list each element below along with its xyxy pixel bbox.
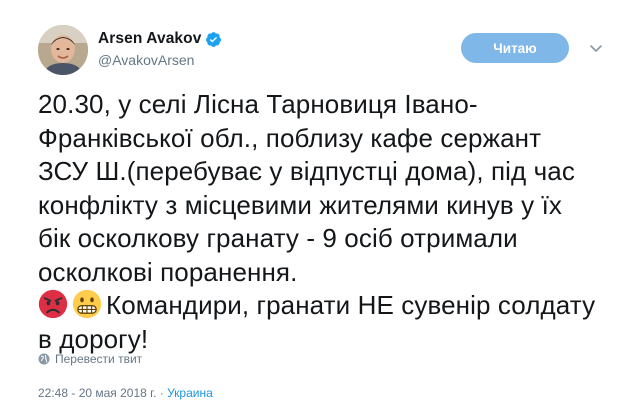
- grimacing-face-icon: [72, 289, 102, 319]
- tweet-text-line: Командири, гранати НЕ сувенір солдату в …: [38, 290, 596, 354]
- tweet-paragraph: Командири, гранати НЕ сувенір солдату в …: [38, 289, 598, 356]
- tweet-card: Arsen Avakov @AvakovArsen Читаю 20.30, у…: [0, 0, 639, 412]
- chevron-down-icon[interactable]: [588, 40, 604, 56]
- author-block: Arsen Avakov @AvakovArsen: [98, 29, 222, 68]
- author-handle[interactable]: @AvakovArsen: [98, 52, 222, 68]
- angry-face-icon: [38, 289, 68, 319]
- follow-button[interactable]: Читаю: [461, 33, 569, 63]
- location-link[interactable]: Украина: [167, 386, 213, 400]
- timestamp[interactable]: 22:48 - 20 мая 2018 г.: [38, 386, 156, 400]
- tweet-paragraph: 20.30, у селі Лісна Тарновиця Івано-Фран…: [38, 89, 575, 287]
- tweet-text: 20.30, у селі Лісна Тарновиця Івано-Фран…: [38, 88, 598, 356]
- verified-badge-icon: [206, 31, 222, 47]
- tweet-meta: 22:48 - 20 мая 2018 г. · Украина: [38, 386, 213, 400]
- author-name[interactable]: Arsen Avakov: [98, 30, 201, 48]
- translate-tweet-link[interactable]: Перевести твит: [38, 352, 142, 366]
- meta-separator: ·: [159, 386, 164, 400]
- avatar[interactable]: [38, 25, 88, 75]
- globe-icon: [38, 353, 50, 365]
- translate-label: Перевести твит: [55, 352, 143, 366]
